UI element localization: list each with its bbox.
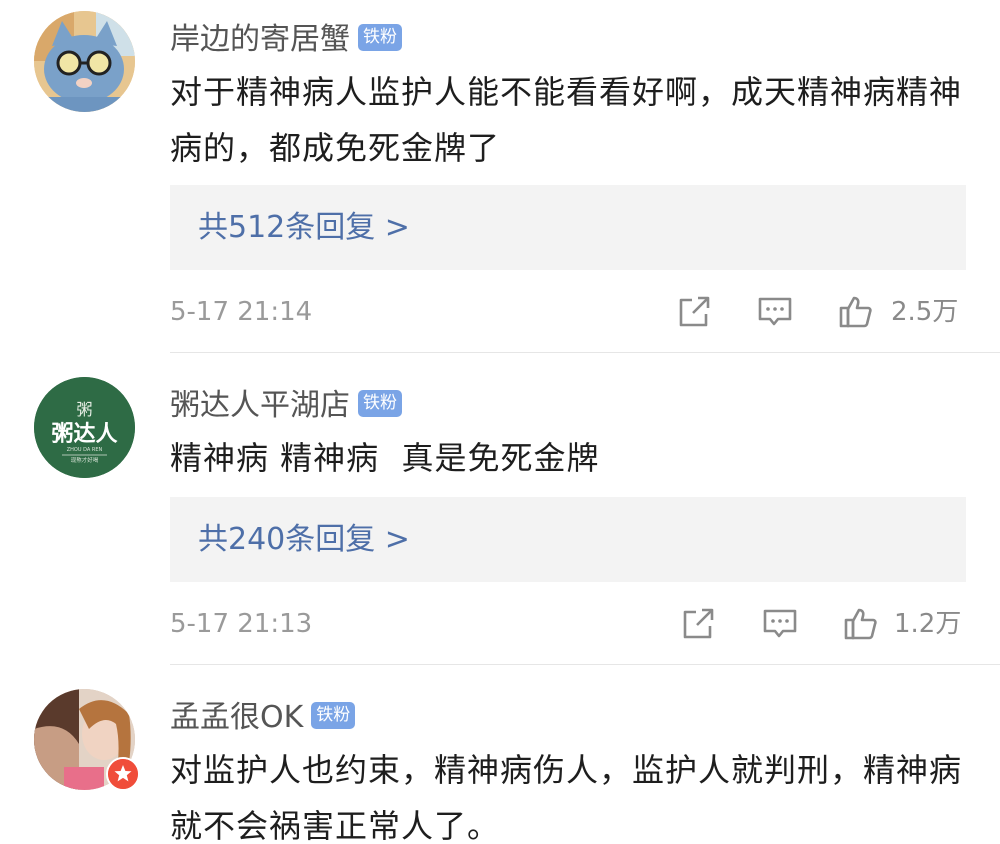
- comment-list: 岸边的寄居蟹 铁粉 对于精神病人监护人能不能看看好啊，成天精神病精神病的，都成免死…: [0, 0, 1000, 844]
- reply-box[interactable]: 共240条回复 >: [170, 497, 966, 582]
- logo-tagline: 现熬才好喝: [71, 456, 99, 464]
- comment-icon[interactable]: [762, 606, 798, 642]
- like-count: 2.5万: [891, 297, 959, 327]
- fan-badge: 铁粉: [358, 390, 402, 417]
- logo-mark: 粥: [76, 400, 92, 419]
- cat-with-glasses-avatar: [34, 11, 135, 112]
- star-badge-icon: [106, 757, 140, 791]
- username-text[interactable]: 孟孟很OK: [170, 700, 303, 735]
- thumbs-up-icon[interactable]: [838, 294, 874, 330]
- user-avatar[interactable]: 粥 粥达人 ZHOU DA REN 现熬才好喝: [34, 377, 135, 478]
- like-count: 1.2万: [894, 609, 962, 639]
- shop-logo-avatar: 粥 粥达人 ZHOU DA REN 现熬才好喝: [34, 377, 135, 478]
- logo-subtext: ZHOU DA REN: [67, 447, 103, 453]
- username-text[interactable]: 粥达人平湖店: [170, 388, 350, 423]
- timestamp: 5-17 21:14: [170, 297, 313, 327]
- view-replies-link[interactable]: 共512条回复 >: [198, 185, 410, 270]
- thumbs-up-icon[interactable]: [843, 606, 879, 642]
- view-replies-link[interactable]: 共240条回复 >: [198, 497, 410, 582]
- logo-text: 粥达人: [51, 421, 117, 447]
- comment-icon[interactable]: [757, 294, 793, 330]
- username-text[interactable]: 岸边的寄居蟹: [170, 22, 350, 57]
- fan-badge: 铁粉: [358, 24, 402, 51]
- username[interactable]: 孟孟很OK 铁粉: [170, 692, 356, 736]
- comment-meta: 5-17 21:14 2.5万: [170, 292, 966, 332]
- reply-box[interactable]: 共512条回复 >: [170, 185, 966, 270]
- comment-text: 对于精神病人监护人能不能看看好啊，成天精神病精神病的，都成免死金牌了: [170, 73, 963, 167]
- divider: [170, 664, 1000, 665]
- user-avatar[interactable]: [34, 11, 135, 112]
- share-icon[interactable]: [676, 294, 712, 330]
- comment-meta: 5-17 21:13 1.2万: [170, 604, 966, 644]
- comment-text: 对监护人也约束，精神病伤人，监护人就判刑，精神病就不会祸害正常人了。: [170, 751, 963, 844]
- timestamp: 5-17 21:13: [170, 609, 313, 639]
- divider: [170, 352, 1000, 353]
- username[interactable]: 粥达人平湖店 铁粉: [170, 380, 402, 424]
- comment-text: 精神病 精神病 真是免死金牌: [170, 439, 600, 477]
- fan-badge: 铁粉: [311, 702, 356, 729]
- username[interactable]: 岸边的寄居蟹 铁粉: [170, 14, 402, 58]
- share-icon[interactable]: [680, 606, 716, 642]
